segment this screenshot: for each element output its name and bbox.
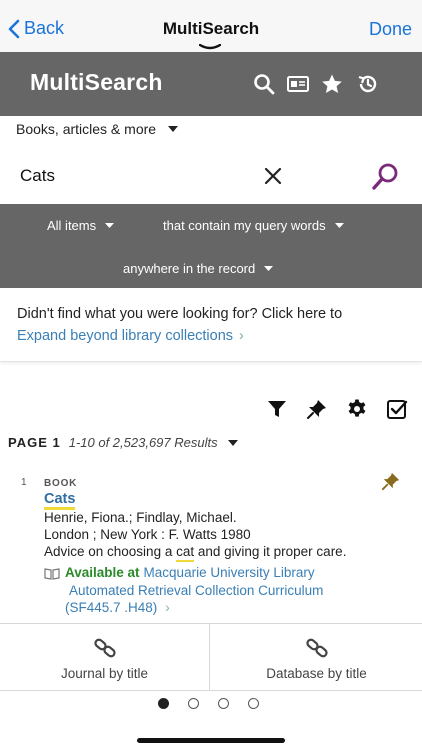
availability: Available at Macquarie University Librar…: [44, 565, 315, 580]
page-indicator: [158, 698, 278, 709]
caret-down-icon: [264, 266, 274, 271]
page-dot[interactable]: [218, 698, 229, 709]
search-bar: [0, 150, 422, 202]
result-title[interactable]: Cats: [44, 491, 76, 510]
description-text: and giving it proper care.: [194, 544, 347, 559]
tile-label: Journal by title: [60, 666, 149, 681]
filter-icon[interactable]: [266, 398, 288, 420]
call-number: (SF445.7 .H48): [65, 600, 158, 615]
star-icon[interactable]: [320, 72, 344, 96]
availability-collection[interactable]: Automated Retrieval Collection Curriculu…: [69, 583, 323, 598]
caret-down-icon: [334, 223, 344, 228]
done-button[interactable]: Done: [369, 19, 412, 40]
search-input[interactable]: [14, 162, 254, 190]
sheet-handle-icon: [199, 44, 221, 50]
result-description: Advice on choosing a cat and giving it p…: [44, 544, 346, 559]
clear-icon[interactable]: [262, 165, 284, 187]
chevron-right-icon: ›: [239, 328, 244, 344]
pin-icon[interactable]: [381, 471, 401, 491]
field-filter-dropdown[interactable]: anywhere in the record: [123, 261, 274, 276]
id-card-icon[interactable]: [286, 72, 310, 96]
scope-dropdown[interactable]: Books, articles & more: [16, 121, 179, 137]
database-by-title-tile[interactable]: Database by title: [211, 624, 422, 690]
caret-down-icon: [168, 126, 179, 132]
nav-title: MultiSearch: [162, 19, 260, 38]
book-icon: [44, 568, 60, 580]
availability-call-number[interactable]: (SF445.7 .H48) ›: [65, 600, 170, 615]
items-filter-dropdown[interactable]: All items: [47, 218, 115, 233]
home-indicator: [137, 738, 285, 743]
result-type: BOOK: [44, 478, 78, 489]
link-icon: [93, 638, 116, 658]
search-options-panel: All items that contain my query words an…: [0, 204, 422, 288]
scope-label: Books, articles & more: [16, 121, 157, 137]
expand-question: Didn't find what you were looking for? C…: [17, 306, 343, 322]
settings-icon[interactable]: [346, 398, 368, 420]
app-header: MultiSearch: [0, 52, 422, 116]
results-count: 1-10 of 2,523,697 Results: [68, 435, 218, 450]
expand-link[interactable]: Expand beyond library collections ›: [17, 328, 244, 344]
expand-search-box: Didn't find what you were looking for? C…: [0, 290, 422, 362]
journal-by-title-tile[interactable]: Journal by title: [0, 624, 210, 690]
search-icon[interactable]: [252, 72, 276, 96]
description-text: Advice on choosing a: [44, 544, 177, 559]
field-filter-label: anywhere in the record: [123, 261, 256, 276]
match-filter-dropdown[interactable]: that contain my query words: [163, 218, 344, 233]
quick-links: Journal by title Database by title: [0, 623, 422, 691]
description-highlight: cat: [176, 544, 195, 559]
caret-down-icon: [105, 223, 115, 228]
app-logo: MultiSearch: [30, 69, 163, 95]
page-label: PAGE 1: [8, 435, 61, 450]
page-dot[interactable]: [158, 698, 169, 709]
result-publication: London ; New York : F. Watts 1980: [44, 527, 251, 542]
result-authors: Henrie, Fiona.; Findlay, Michael.: [44, 510, 237, 525]
chevron-right-icon: ›: [165, 600, 170, 615]
results-pagination[interactable]: PAGE 1 1-10 of 2,523,697 Results: [8, 435, 238, 450]
navigation-bar: Back MultiSearch Done: [0, 0, 422, 52]
match-filter-label: that contain my query words: [163, 218, 326, 233]
availability-status: Available at: [65, 565, 140, 580]
availability-location[interactable]: Macquarie University Library: [144, 565, 315, 580]
checkbox-icon[interactable]: [386, 398, 408, 420]
search-submit-icon[interactable]: [370, 162, 400, 192]
page-dot[interactable]: [188, 698, 199, 709]
pin-icon[interactable]: [306, 398, 328, 420]
link-icon: [305, 638, 328, 658]
page-dot[interactable]: [248, 698, 259, 709]
history-icon[interactable]: [356, 72, 380, 96]
expand-link-label: Expand beyond library collections: [17, 328, 234, 344]
result-number: 1: [21, 477, 27, 488]
tile-label: Database by title: [266, 666, 367, 681]
caret-down-icon: [227, 439, 238, 446]
items-filter-label: All items: [47, 218, 97, 233]
